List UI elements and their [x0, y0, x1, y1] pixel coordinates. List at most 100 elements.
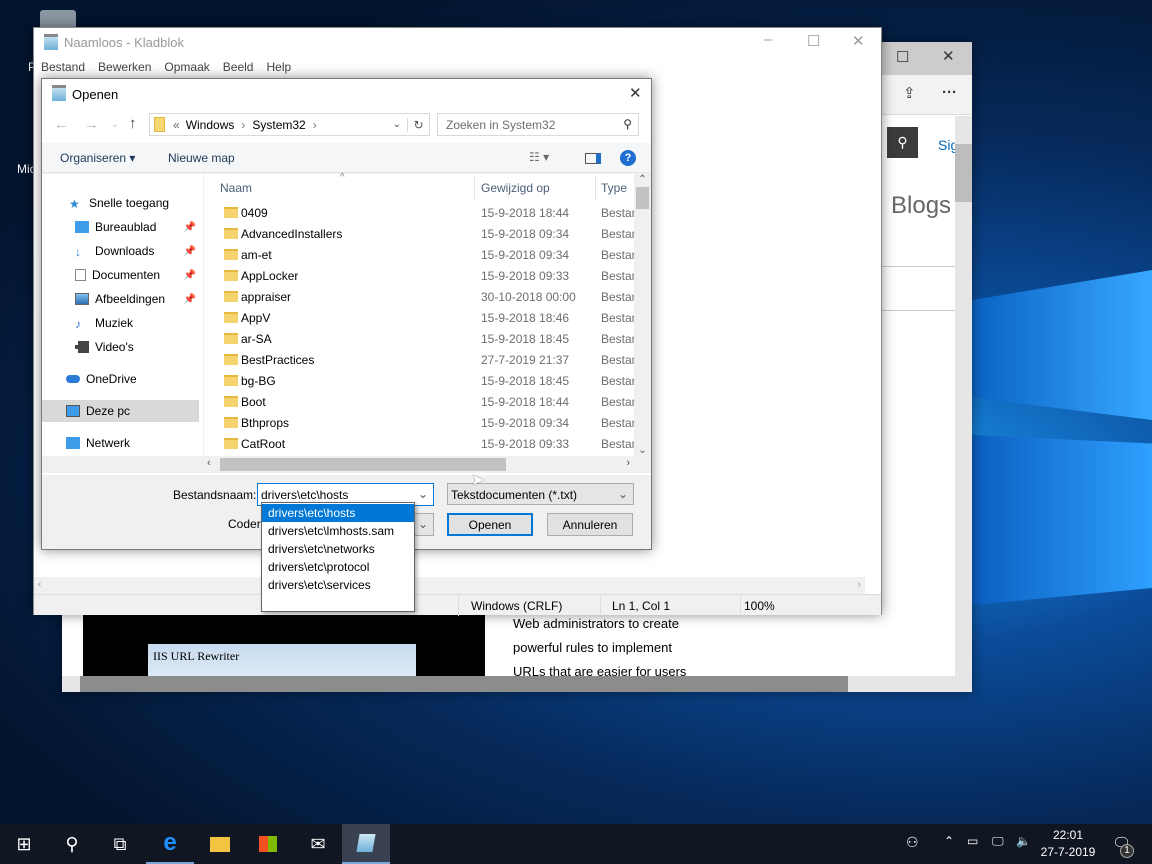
- organize-button[interactable]: Organiseren ▾: [60, 151, 135, 165]
- notepad-taskbar-icon[interactable]: [342, 824, 390, 864]
- breadcrumb-overflow[interactable]: «: [173, 118, 180, 132]
- autocomplete-item[interactable]: drivers\etc\networks: [262, 540, 414, 558]
- cancel-button[interactable]: Annuleren: [547, 513, 633, 536]
- file-row[interactable]: CatRoot 15-9-2018 09:33 Bestan: [204, 433, 634, 454]
- file-type: Bestan: [601, 331, 634, 346]
- folder-icon: [224, 438, 238, 449]
- file-modified: 15-9-2018 09:34: [481, 415, 570, 430]
- people-icon[interactable]: ⚇: [906, 834, 919, 851]
- preview-pane-icon[interactable]: [585, 153, 601, 164]
- folder-icon: [224, 333, 238, 344]
- chevron-down-icon[interactable]: ⌄: [418, 487, 428, 501]
- open-button[interactable]: Openen: [447, 513, 533, 536]
- share-icon[interactable]: ⇪: [903, 84, 916, 102]
- folder-icon: [224, 207, 238, 218]
- autocomplete-item[interactable]: drivers\etc\hosts: [262, 504, 414, 522]
- file-row[interactable]: am-et 15-9-2018 09:34 Bestan: [204, 244, 634, 265]
- breadcrumb-windows[interactable]: Windows: [186, 118, 235, 132]
- autocomplete-item[interactable]: drivers\etc\lmhosts.sam: [262, 522, 414, 540]
- pin-icon[interactable]: 📌: [184, 270, 196, 281]
- horizontal-scrollbar[interactable]: ‹ ›: [204, 456, 634, 473]
- network-icon[interactable]: 🖵: [992, 834, 1004, 849]
- menu-bar: Bestand Bewerken Opmaak Beeld Help: [41, 60, 291, 74]
- pin-icon[interactable]: 📌: [184, 294, 196, 305]
- file-row[interactable]: AppV 15-9-2018 18:46 Bestan: [204, 307, 634, 328]
- autocomplete-item[interactable]: drivers\etc\protocol: [262, 558, 414, 576]
- view-options-icon[interactable]: ☷ ▾: [529, 150, 549, 164]
- recent-chevron-icon[interactable]: ⌄: [111, 119, 119, 130]
- folder-icon: [224, 312, 238, 323]
- task-view-button[interactable]: ⧉: [96, 824, 144, 864]
- notepad-icon: [52, 85, 66, 101]
- column-header-name[interactable]: Naam: [220, 181, 252, 195]
- file-row[interactable]: BestPractices 27-7-2019 21:37 Bestan: [204, 349, 634, 370]
- menu-bestand[interactable]: Bestand: [41, 60, 85, 74]
- store-icon[interactable]: [244, 824, 292, 864]
- nav-item-onedrive[interactable]: OneDrive: [42, 368, 199, 390]
- file-row[interactable]: AppLocker 15-9-2018 09:33 Bestan: [204, 265, 634, 286]
- address-bar[interactable]: « Windows › System32 › ⌄ ↻: [149, 113, 430, 136]
- back-button[interactable]: ←: [54, 116, 69, 133]
- nav-item-quick-access[interactable]: ★ Snelle toegang: [42, 192, 199, 214]
- file-row[interactable]: 0409 15-9-2018 18:44 Bestan: [204, 206, 634, 223]
- refresh-button[interactable]: ↻: [407, 117, 429, 132]
- nav-item-network[interactable]: Netwerk: [42, 432, 199, 454]
- new-folder-button[interactable]: Nieuwe map: [168, 151, 235, 165]
- nav-item-documents[interactable]: Documenten 📌: [42, 264, 199, 286]
- encoding-select[interactable]: ⌄: [412, 513, 434, 536]
- nav-item-videos[interactable]: Video's: [42, 336, 199, 358]
- nav-item-downloads[interactable]: ↓ Downloads 📌: [42, 240, 199, 262]
- file-row[interactable]: AdvancedInstallers 15-9-2018 09:34 Bestan: [204, 223, 634, 244]
- file-name: bg-BG: [241, 373, 276, 388]
- file-name: AppV: [241, 310, 271, 325]
- up-button[interactable]: ↑: [129, 115, 137, 132]
- status-eol: Windows (CRLF): [471, 599, 563, 613]
- nav-item-music[interactable]: ♪ Muziek: [42, 312, 199, 334]
- power-icon[interactable]: ▭: [967, 834, 978, 848]
- edge-taskbar-icon[interactable]: e: [146, 824, 194, 864]
- pin-icon[interactable]: 📌: [184, 246, 196, 257]
- nav-item-pictures[interactable]: Afbeeldingen 📌: [42, 288, 199, 310]
- vertical-scrollbar[interactable]: [955, 116, 972, 676]
- horizontal-scrollbar[interactable]: [62, 676, 972, 692]
- video-icon: [75, 341, 89, 353]
- file-explorer-icon[interactable]: [196, 824, 244, 864]
- address-dropdown-icon[interactable]: ⌄: [393, 119, 401, 130]
- forward-button[interactable]: →: [84, 116, 99, 133]
- nav-item-this-pc[interactable]: Deze pc: [42, 400, 199, 422]
- column-header-type[interactable]: Type: [601, 181, 627, 195]
- close-button[interactable]: ✕: [942, 47, 955, 65]
- show-hidden-icons[interactable]: ⌃: [944, 834, 954, 848]
- maximize-button[interactable]: ☐: [807, 32, 820, 50]
- nav-item-desktop[interactable]: Bureaublad 📌: [42, 216, 199, 238]
- maximize-button[interactable]: ☐: [896, 48, 909, 66]
- search-button[interactable]: ⚲: [48, 824, 96, 864]
- help-icon[interactable]: ?: [620, 150, 636, 166]
- file-row[interactable]: Boot 15-9-2018 18:44 Bestan: [204, 391, 634, 412]
- close-button[interactable]: ✕: [629, 84, 642, 102]
- pin-icon[interactable]: 📌: [184, 222, 196, 233]
- volume-icon[interactable]: 🔈: [1016, 834, 1031, 848]
- search-button[interactable]: ⚲: [887, 127, 918, 158]
- mail-icon[interactable]: ✉: [294, 824, 342, 864]
- minimize-button[interactable]: –: [764, 31, 772, 48]
- breadcrumb-system32[interactable]: System32: [252, 118, 305, 132]
- menu-opmaak[interactable]: Opmaak: [164, 60, 209, 74]
- vertical-scrollbar[interactable]: ⌃ ⌄: [634, 174, 651, 456]
- clock[interactable]: 22:01 27-7-2019: [1040, 827, 1096, 861]
- close-button[interactable]: ✕: [852, 32, 865, 50]
- file-row[interactable]: bg-BG 15-9-2018 18:45 Bestan: [204, 370, 634, 391]
- start-button[interactable]: ⊞: [0, 824, 48, 864]
- file-row[interactable]: ar-SA 15-9-2018 18:45 Bestan: [204, 328, 634, 349]
- menu-help[interactable]: Help: [266, 60, 291, 74]
- menu-bewerken[interactable]: Bewerken: [98, 60, 151, 74]
- file-row[interactable]: appraiser 30-10-2018 00:00 Bestan: [204, 286, 634, 307]
- more-button[interactable]: ···: [942, 84, 957, 101]
- column-header-modified[interactable]: Gewijzigd op: [481, 181, 550, 195]
- menu-beeld[interactable]: Beeld: [223, 60, 254, 74]
- file-row[interactable]: Bthprops 15-9-2018 09:34 Bestan: [204, 412, 634, 433]
- search-input[interactable]: Zoeken in System32 ⚲: [437, 113, 639, 136]
- horizontal-scrollbar[interactable]: ‹ ›: [34, 577, 865, 594]
- file-name: AdvancedInstallers: [241, 226, 343, 241]
- autocomplete-item[interactable]: drivers\etc\services: [262, 576, 414, 594]
